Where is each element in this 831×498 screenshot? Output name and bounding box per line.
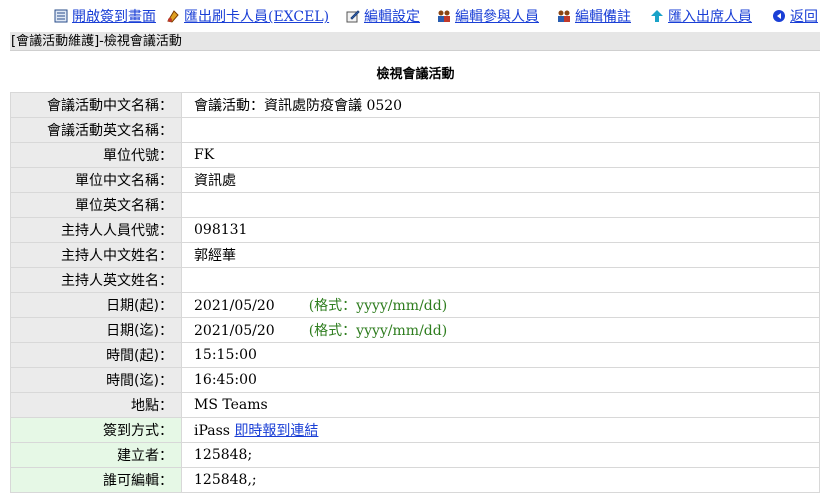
signin-method-cell: iPass 即時報到連結 (181, 417, 820, 443)
creator-label: 建立者： (10, 442, 182, 468)
table-row: 會議活動中文名稱： 會議活動：資訊處防疫會議 0520 (10, 92, 820, 118)
date-end-cell: 2021/05/20 (格式：yyyy/mm/dd) (181, 317, 820, 343)
edit-notes-tool[interactable]: 編輯備註 (557, 6, 631, 26)
edit-settings-tool[interactable]: 編輯設定 (346, 6, 420, 26)
open-signin-tool[interactable]: 開啟簽到畫面 (54, 6, 156, 26)
import-attendees-link[interactable]: 匯入出席人員 (668, 6, 752, 26)
table-row: 建立者： 125848; (10, 442, 820, 468)
date-start-format-hint: (格式：yyyy/mm/dd) (308, 298, 448, 314)
table-row: 時間(迄)： 16:45:00 (10, 367, 820, 393)
time-end-value: 16:45:00 (181, 367, 820, 393)
export-excel-link[interactable]: 匯出刷卡人員(EXCEL) (184, 6, 329, 26)
table-row: 主持人英文姓名： (10, 267, 820, 293)
table-row: 主持人中文姓名： 郭經華 (10, 242, 820, 268)
signin-method-label: 簽到方式： (10, 417, 182, 443)
table-row: 地點： MS Teams (10, 392, 820, 418)
table-row: 日期(迄)： 2021/05/20 (格式：yyyy/mm/dd) (10, 317, 820, 343)
name-zh-label: 會議活動中文名稱： (10, 92, 182, 118)
name-zh-value: 會議活動：資訊處防疫會議 0520 (181, 92, 820, 118)
signin-method-value: iPass (194, 423, 230, 439)
notes-icon (557, 9, 571, 23)
unit-code-value: FK (181, 142, 820, 168)
date-start-label: 日期(起)： (10, 292, 182, 318)
arrow-up-icon (650, 9, 664, 23)
date-start-value: 2021/05/20 (194, 298, 275, 314)
table-row: 時間(起)： 15:15:00 (10, 342, 820, 368)
host-id-value: 098131 (181, 217, 820, 243)
open-signin-link[interactable]: 開啟簽到畫面 (72, 6, 156, 26)
table-row: 會議活動英文名稱： (10, 117, 820, 143)
back-link[interactable]: 返回 (790, 6, 818, 26)
edit-participants-link[interactable]: 編輯參與人員 (455, 6, 539, 26)
host-id-label: 主持人人員代號： (10, 217, 182, 243)
toolbar: 開啟簽到畫面 匯出刷卡人員(EXCEL) 編輯設定 編輯參與人員 編輯備註 匯入… (0, 6, 831, 26)
unit-zh-value: 資訊處 (181, 167, 820, 193)
table-row: 日期(起)： 2021/05/20 (格式：yyyy/mm/dd) (10, 292, 820, 318)
export-icon (166, 9, 180, 23)
host-en-value (181, 267, 820, 293)
location-value: MS Teams (181, 392, 820, 418)
back-tool[interactable]: 返回 (772, 6, 818, 26)
host-en-label: 主持人英文姓名： (10, 267, 182, 293)
edit-notes-link[interactable]: 編輯備註 (575, 6, 631, 26)
people-icon (437, 9, 451, 23)
date-end-format-hint: (格式：yyyy/mm/dd) (308, 323, 448, 339)
activity-detail-table: 會議活動中文名稱： 會議活動：資訊處防疫會議 0520 會議活動英文名稱： 單位… (10, 92, 820, 493)
page-title: 檢視會議活動 (376, 67, 455, 82)
export-excel-tool[interactable]: 匯出刷卡人員(EXCEL) (166, 6, 329, 26)
table-row: 誰可編輯： 125848,; (10, 467, 820, 493)
unit-en-value (181, 192, 820, 218)
editors-label: 誰可編輯： (10, 467, 182, 493)
edit-settings-link[interactable]: 編輯設定 (364, 6, 420, 26)
unit-en-label: 單位英文名稱： (10, 192, 182, 218)
host-zh-label: 主持人中文姓名： (10, 242, 182, 268)
unit-code-label: 單位代號： (10, 142, 182, 168)
realtime-checkin-link[interactable]: 即時報到連結 (234, 423, 318, 439)
table-row: 單位代號： FK (10, 142, 820, 168)
location-label: 地點： (10, 392, 182, 418)
edit-settings-icon (346, 9, 360, 23)
name-en-label: 會議活動英文名稱： (10, 117, 182, 143)
back-icon (772, 9, 786, 23)
date-end-value: 2021/05/20 (194, 323, 275, 339)
host-zh-value: 郭經華 (181, 242, 820, 268)
screen-icon (54, 9, 68, 23)
date-start-cell: 2021/05/20 (格式：yyyy/mm/dd) (181, 292, 820, 318)
table-row: 主持人人員代號： 098131 (10, 217, 820, 243)
unit-zh-label: 單位中文名稱： (10, 167, 182, 193)
import-attendees-tool[interactable]: 匯入出席人員 (650, 6, 752, 26)
creator-value: 125848; (181, 442, 820, 468)
date-end-label: 日期(迄)： (10, 317, 182, 343)
table-row: 簽到方式： iPass 即時報到連結 (10, 417, 820, 443)
editors-value: 125848,; (181, 467, 820, 493)
time-start-value: 15:15:00 (181, 342, 820, 368)
edit-participants-tool[interactable]: 編輯參與人員 (437, 6, 539, 26)
breadcrumb: [會議活動維護]-檢視會議活動 (10, 32, 820, 51)
time-start-label: 時間(起)： (10, 342, 182, 368)
time-end-label: 時間(迄)： (10, 367, 182, 393)
name-en-value (181, 117, 820, 143)
table-row: 單位英文名稱： (10, 192, 820, 218)
table-row: 單位中文名稱： 資訊處 (10, 167, 820, 193)
